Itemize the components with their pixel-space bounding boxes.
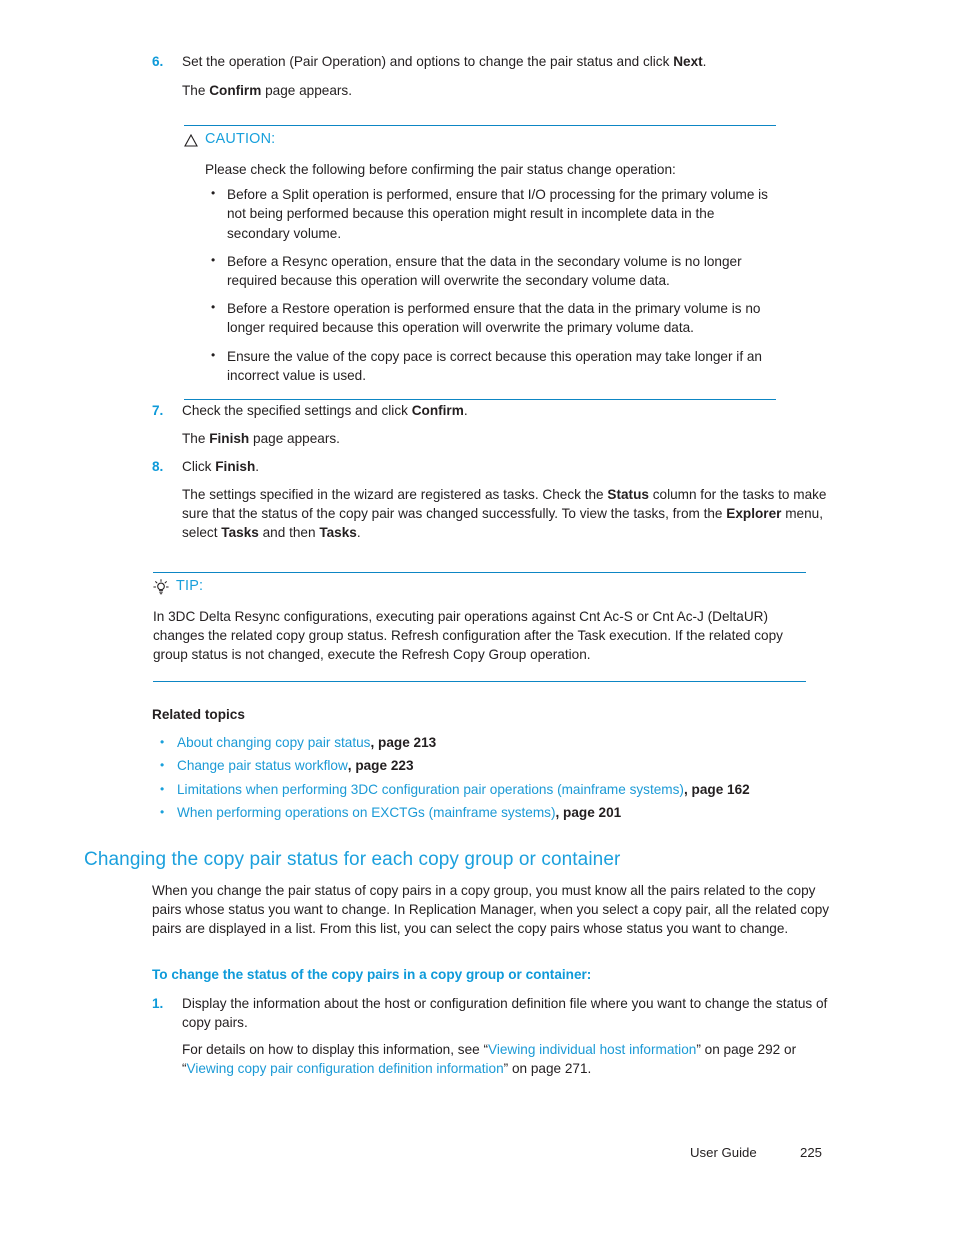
related-topic-item-3[interactable]: Limitations when performing 3DC configur…	[152, 778, 852, 802]
caution-body: Please check the following before confir…	[205, 160, 776, 385]
caution-bullet-list: Before a Split operation is performed, e…	[205, 184, 776, 385]
footer-page-number: 225	[800, 1145, 823, 1160]
related-topic-link-1[interactable]: About changing copy pair status	[177, 735, 370, 750]
step-6-bold-confirm: Confirm	[209, 83, 262, 98]
section-step-1-number: 1.	[152, 996, 164, 1011]
step-6: 6. Set the operation (Pair Operation) an…	[152, 52, 832, 71]
caution-admonition: CAUTION: Please check the following befo…	[184, 125, 776, 401]
footer-user-guide-label: User Guide	[690, 1145, 757, 1160]
caution-header: CAUTION:	[184, 131, 776, 148]
document-page: 6. Set the operation (Pair Operation) an…	[0, 0, 954, 1235]
related-topic-link-3[interactable]: Limitations when performing 3DC configur…	[177, 782, 684, 797]
tip-bottom-rule	[153, 680, 806, 682]
step-6-bold-next: Next	[673, 54, 703, 69]
related-topic-page-4: , page 201	[555, 805, 622, 821]
caution-bottom-rule	[184, 399, 776, 401]
section-paragraph: When you change the pair status of copy …	[152, 883, 830, 937]
step-6-followup: The Confirm page appears.	[182, 81, 832, 100]
warning-triangle-icon	[184, 134, 198, 147]
tip-header: TIP:	[153, 578, 806, 595]
step-8-paragraph: The settings specified in the wizard are…	[182, 485, 830, 543]
tip-top-rule	[153, 572, 806, 573]
lightbulb-icon	[153, 579, 169, 595]
related-topic-link-2[interactable]: Change pair status workflow	[177, 758, 348, 773]
related-topic-item-2[interactable]: Change pair status workflow, page 223	[152, 754, 852, 778]
section-step-1: 1. Display the information about the hos…	[152, 994, 830, 1032]
step-7-bold-confirm: Confirm	[411, 403, 464, 418]
step-6-text-pre: Set the operation (Pair Operation) and o…	[182, 54, 674, 69]
caution-intro: Please check the following before confir…	[205, 162, 676, 177]
related-topic-page-3: , page 162	[683, 781, 750, 797]
related-topics-list: About changing copy pair status, page 21…	[152, 731, 852, 825]
step-6-followup-post: page appears.	[261, 83, 353, 98]
step-7-text-pre: Check the specified settings and click	[182, 403, 412, 418]
section-heading: Changing the copy pair status for each c…	[84, 849, 621, 870]
caution-bullet-3: Before a Restore operation is performed …	[205, 298, 776, 337]
related-topic-page-1: , page 213	[370, 735, 437, 750]
step-7-text: Check the specified settings and click C…	[182, 401, 468, 420]
step-7-bold-finish: Finish	[209, 431, 250, 446]
step-8-text-pre: Click	[182, 459, 216, 474]
related-topic-item-4[interactable]: When performing operations on EXCTGs (ma…	[152, 801, 852, 825]
step-8-bold-tasks-1: Tasks	[221, 525, 259, 541]
section-subheading: To change the status of the copy pairs i…	[152, 967, 592, 982]
step-8: 8. Click Finish.	[152, 457, 832, 476]
related-topics-heading: Related topics	[152, 707, 245, 722]
step-7-text-post: .	[463, 403, 468, 418]
detail-link-viewing-individual-host-information[interactable]: Viewing individual host information	[488, 1042, 696, 1057]
step-7-followup-post: page appears.	[249, 431, 340, 446]
related-topic-page-2: , page 223	[347, 758, 414, 774]
caution-bullet-2: Before a Resync operation, ensure that t…	[205, 251, 776, 290]
tip-admonition: TIP: In 3DC Delta Resync configurations,…	[153, 572, 806, 682]
step-7-number: 7.	[152, 403, 164, 418]
step-6-text: Set the operation (Pair Operation) and o…	[182, 52, 706, 71]
step-8-bold-status: Status	[607, 487, 649, 502]
step-8-para-5: .	[356, 525, 361, 541]
step-8-bold-tasks-2: Tasks	[319, 525, 357, 541]
step-8-number: 8.	[152, 459, 164, 474]
step-8-text-post: .	[255, 459, 260, 474]
section-step-1-detail: For details on how to display this infor…	[182, 1040, 830, 1078]
caution-top-rule	[184, 125, 776, 126]
step-6-number: 6.	[152, 54, 164, 69]
tip-body: In 3DC Delta Resync configurations, exec…	[153, 609, 783, 663]
detail-link-viewing-copy-pair-configuration-definition-information[interactable]: Viewing copy pair configuration definiti…	[187, 1061, 504, 1076]
caution-bullet-4: Ensure the value of the copy pace is cor…	[205, 346, 776, 385]
step-8-para-1: The settings specified in the wizard are…	[182, 487, 608, 502]
step-7-followup: The Finish page appears.	[182, 429, 832, 448]
step-6-followup-pre: The	[182, 83, 210, 98]
detail-text-pre: For details on how to display this infor…	[182, 1042, 489, 1057]
step-8-text: Click Finish.	[182, 457, 259, 476]
step-7-followup-pre: The	[182, 431, 210, 446]
caution-label: CAUTION:	[205, 131, 276, 147]
step-7: 7. Check the specified settings and clic…	[152, 401, 832, 420]
tip-label: TIP:	[176, 578, 204, 594]
section-step-1-text: Display the information about the host o…	[182, 996, 828, 1031]
related-topic-link-4[interactable]: When performing operations on EXCTGs (ma…	[177, 805, 556, 820]
step-6-text-post: .	[702, 54, 707, 69]
step-8-para-4: and then	[258, 525, 320, 541]
related-topic-item-1[interactable]: About changing copy pair status, page 21…	[152, 731, 852, 755]
step-8-bold-finish: Finish	[215, 459, 256, 474]
step-8-bold-explorer: Explorer	[726, 506, 782, 522]
detail-text-post: ” on page 271.	[503, 1061, 592, 1077]
caution-bullet-1: Before a Split operation is performed, e…	[205, 184, 776, 243]
